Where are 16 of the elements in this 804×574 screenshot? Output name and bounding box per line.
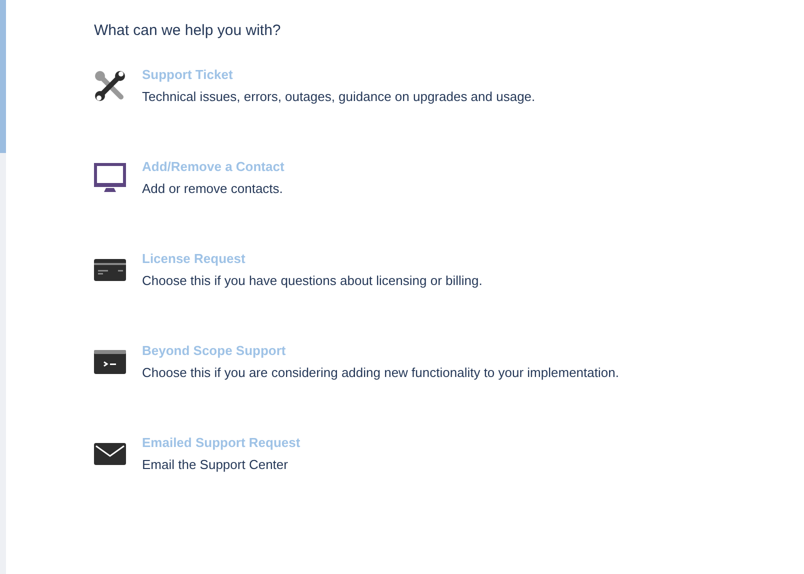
monitor-icon	[94, 162, 126, 192]
option-link[interactable]: Support Ticket	[142, 64, 233, 84]
terminal-icon	[94, 350, 126, 374]
option-description: Add or remove contacts.	[142, 180, 284, 198]
option-link[interactable]: Emailed Support Request	[142, 432, 300, 452]
tools-icon	[94, 70, 126, 102]
option-description: Email the Support Center	[142, 456, 289, 474]
credit-card-icon	[94, 258, 126, 280]
option-link[interactable]: Add/Remove a Contact	[142, 156, 284, 176]
page-heading: What can we help you with?	[94, 21, 281, 41]
option-description: Choose this if you are considering adding new functionality to your implementation.	[142, 364, 619, 382]
envelope-icon	[94, 442, 126, 464]
option-description: Technical issues, errors, outages, guidance on upgrades and usage.	[142, 88, 536, 106]
option-description: Choose this if you have questions about licensing or billing.	[142, 272, 482, 290]
option-link[interactable]: Beyond Scope Support	[142, 340, 286, 360]
option-link[interactable]: License Request	[142, 248, 246, 268]
